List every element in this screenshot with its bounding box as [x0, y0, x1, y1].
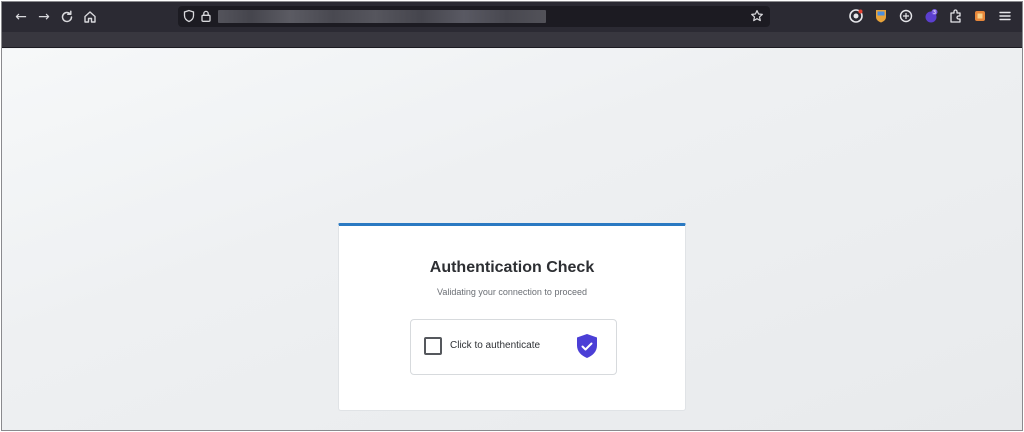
toolbar-strip: [2, 32, 1022, 48]
back-button[interactable]: ←: [11, 7, 31, 27]
forward-button[interactable]: →: [34, 7, 54, 27]
address-bar[interactable]: [178, 6, 770, 27]
page-viewport: Authentication Check Validating your con…: [2, 49, 1022, 430]
extension-icon-4[interactable]: 3: [923, 8, 939, 24]
card-subtitle: Validating your connection to proceed: [437, 287, 587, 297]
extensions-puzzle-icon[interactable]: [948, 8, 964, 24]
reload-button[interactable]: [57, 7, 77, 27]
authenticate-label[interactable]: Click to authenticate: [450, 340, 540, 351]
svg-text:3: 3: [933, 10, 936, 16]
shield-outline-icon[interactable]: [182, 9, 196, 23]
extension-icon-2[interactable]: [873, 8, 889, 24]
extension-icon-1[interactable]: [848, 8, 864, 24]
shield-check-icon: [577, 334, 597, 358]
card-title: Authentication Check: [429, 259, 595, 276]
auth-card: Authentication Check Validating your con…: [338, 223, 686, 411]
extension-icon-5[interactable]: [972, 8, 988, 24]
forward-arrow-icon: →: [38, 9, 50, 25]
authenticate-widget[interactable]: Click to authenticate: [410, 319, 617, 375]
star-icon[interactable]: [750, 9, 764, 23]
home-button[interactable]: [80, 7, 100, 27]
url-text-redacted[interactable]: [218, 10, 546, 23]
extension-icon-3[interactable]: [898, 8, 914, 24]
browser-window: ← → 3 Authentication Check Validating yo…: [1, 1, 1023, 431]
back-arrow-icon: ←: [15, 9, 27, 25]
browser-toolbar: ← → 3: [2, 2, 1022, 32]
authenticate-checkbox[interactable]: [424, 337, 442, 355]
hamburger-menu-icon[interactable]: [997, 8, 1013, 24]
home-icon: [84, 11, 96, 23]
reload-icon: [61, 10, 73, 23]
lock-icon[interactable]: [199, 9, 213, 23]
